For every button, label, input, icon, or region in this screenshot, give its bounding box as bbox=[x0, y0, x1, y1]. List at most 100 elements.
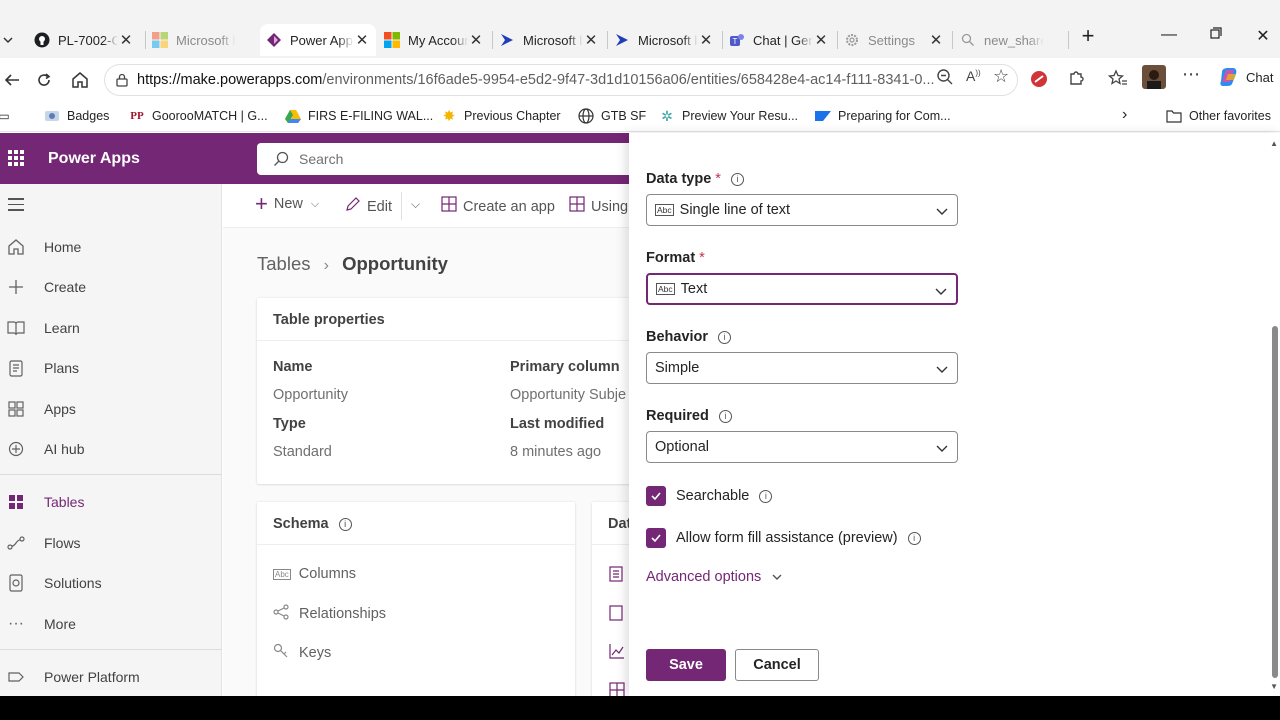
nav-item-power-platform[interactable]: Power Platform bbox=[0, 660, 222, 694]
schema-columns-link[interactable]: Abc Columns bbox=[273, 566, 356, 582]
close-window-icon[interactable]: ✕ bbox=[1240, 26, 1280, 46]
app-launcher-icon[interactable] bbox=[8, 150, 24, 166]
read-aloud-icon[interactable]: A)) bbox=[966, 68, 981, 84]
nav-item-home[interactable]: Home bbox=[0, 230, 222, 264]
favorite-star-icon[interactable]: ☆ bbox=[993, 66, 1009, 87]
favorites-icon[interactable] bbox=[1107, 69, 1128, 91]
panel-scrollbar[interactable]: ▲ ▼ bbox=[1268, 133, 1280, 696]
grid-icon bbox=[441, 196, 457, 217]
breadcrumb-tables-link[interactable]: Tables bbox=[257, 253, 310, 274]
tab-close-icon[interactable]: ✕ bbox=[928, 31, 944, 49]
extension-red-icon[interactable] bbox=[1030, 70, 1048, 92]
copilot-chat-button[interactable]: Chat bbox=[1218, 66, 1273, 88]
format-dropdown[interactable]: Abc Text bbox=[646, 273, 958, 305]
create-app-button[interactable]: Create an app bbox=[441, 196, 555, 217]
profile-avatar[interactable] bbox=[1142, 65, 1166, 93]
searchable-checkbox[interactable]: Searchable i bbox=[646, 486, 773, 506]
using-button[interactable]: Using bbox=[569, 196, 628, 217]
browser-tab[interactable]: Microsoft l ✕ bbox=[608, 24, 720, 56]
bookmark-preparing[interactable]: Preparing for Com... bbox=[815, 108, 951, 124]
browser-tab[interactable]: new_share ✕ bbox=[954, 24, 1066, 56]
browser-tab[interactable]: T Chat | Gen ✕ bbox=[723, 24, 835, 56]
nav-item-learn[interactable]: Learn bbox=[0, 311, 222, 345]
type-value: Standard bbox=[273, 444, 332, 460]
bookmark-firs[interactable]: FIRS E-FILING WAL... bbox=[285, 108, 433, 124]
star-icon: ✸ bbox=[442, 108, 456, 125]
data-chart-icon[interactable] bbox=[609, 643, 625, 662]
data-type-dropdown[interactable]: Abc Single line of text bbox=[646, 194, 958, 226]
browser-tab[interactable]: Settings ✕ bbox=[838, 24, 950, 56]
gear-icon: ✲ bbox=[661, 107, 673, 124]
edit-chevron-down-icon[interactable]: ⌵ bbox=[411, 197, 420, 212]
scroll-up-arrow-icon[interactable]: ▲ bbox=[1270, 139, 1278, 148]
browser-tab[interactable]: My Accour ✕ bbox=[378, 24, 490, 56]
tab-close-icon[interactable]: ✕ bbox=[468, 31, 484, 49]
scrollbar-thumb[interactable] bbox=[1272, 326, 1278, 678]
more-options-icon[interactable]: ⋯ bbox=[1182, 64, 1200, 85]
bookmark-partial-icon[interactable]: ▭ bbox=[0, 108, 19, 124]
behavior-dropdown[interactable]: Simple bbox=[646, 352, 958, 384]
primary-column-value: Opportunity Subje bbox=[510, 387, 627, 403]
required-dropdown[interactable]: Optional bbox=[646, 431, 958, 463]
new-button[interactable]: + New ⌵ bbox=[255, 193, 319, 215]
advanced-options-toggle[interactable]: Advanced options bbox=[646, 569, 783, 585]
tab-close-icon[interactable]: ✕ bbox=[118, 31, 134, 49]
browser-tab[interactable]: Microsoft l ✕ bbox=[146, 24, 258, 56]
nav-item-ai-hub[interactable]: AI hub bbox=[0, 432, 222, 466]
tab-actions-chevron-icon[interactable] bbox=[0, 28, 16, 52]
nav-item-tables[interactable]: Tables bbox=[0, 485, 222, 519]
tab-close-icon[interactable]: ✕ bbox=[698, 31, 714, 49]
form-fill-assistance-checkbox[interactable]: Allow form fill assistance (preview) i bbox=[646, 528, 921, 548]
extensions-puzzle-icon[interactable] bbox=[1067, 69, 1085, 91]
search-input[interactable]: Search bbox=[257, 143, 637, 175]
edit-button[interactable]: Edit bbox=[345, 196, 392, 217]
browser-toolbar: https://make.powerapps.com/environments/… bbox=[0, 58, 1280, 102]
power-platform-icon bbox=[0, 667, 32, 687]
search-placeholder: Search bbox=[299, 151, 344, 167]
nav-item-flows[interactable]: Flows bbox=[0, 526, 222, 560]
copilot-icon bbox=[1220, 68, 1237, 86]
browser-tab[interactable]: PL-7002-C ✕ bbox=[28, 24, 140, 56]
tab-close-icon[interactable]: ✕ bbox=[813, 31, 829, 49]
bookmark-gooroomatch[interactable]: PP GoorooMATCH | G... bbox=[129, 108, 267, 124]
browser-tab-active[interactable]: Power App ✕ bbox=[260, 24, 376, 56]
nav-item-more[interactable]: ··· More bbox=[0, 607, 222, 641]
new-tab-plus-icon[interactable]: + bbox=[1065, 23, 1111, 49]
nav-item-create[interactable]: Create bbox=[0, 270, 222, 304]
back-arrow-icon[interactable] bbox=[0, 68, 24, 92]
sap-icon bbox=[815, 108, 831, 124]
bookmark-previous-chapter[interactable]: ✸ Previous Chapter bbox=[441, 108, 561, 125]
search-icon bbox=[274, 151, 289, 166]
bookmark-badges[interactable]: Badges bbox=[44, 108, 109, 124]
save-button[interactable]: Save bbox=[646, 649, 726, 681]
data-list-icon[interactable] bbox=[609, 566, 623, 585]
tab-close-icon[interactable]: ✕ bbox=[583, 31, 599, 49]
data-type-label: Data type * i bbox=[646, 171, 744, 187]
primary-column-label: Primary column bbox=[510, 359, 620, 375]
hamburger-menu-icon[interactable] bbox=[8, 198, 24, 215]
zoom-icon[interactable] bbox=[936, 68, 954, 90]
address-bar[interactable]: https://make.powerapps.com/environments/… bbox=[104, 64, 1018, 96]
refresh-icon[interactable] bbox=[32, 68, 56, 92]
nav-item-solutions[interactable]: Solutions bbox=[0, 566, 222, 600]
scroll-down-arrow-icon[interactable]: ▼ bbox=[1270, 682, 1278, 691]
schema-relationships-link[interactable]: Relationships bbox=[273, 604, 386, 623]
schema-keys-link[interactable]: Keys bbox=[273, 643, 331, 662]
nav-item-plans[interactable]: Plans bbox=[0, 351, 222, 385]
bookmarks-overflow-chevron-icon[interactable]: › bbox=[1122, 106, 1127, 124]
data-form-icon[interactable] bbox=[609, 605, 623, 624]
home-icon[interactable] bbox=[68, 68, 92, 92]
minimize-icon[interactable]: — bbox=[1146, 26, 1192, 44]
pp-icon: PP bbox=[130, 110, 144, 122]
nav-item-apps[interactable]: Apps bbox=[0, 392, 222, 426]
browser-tab[interactable]: Microsoft l ✕ bbox=[493, 24, 605, 56]
data-grid-icon[interactable] bbox=[609, 682, 625, 696]
bookmark-preview-resume[interactable]: ✲ Preview Your Resu... bbox=[659, 108, 798, 124]
maximize-icon[interactable] bbox=[1193, 26, 1239, 44]
tab-close-icon[interactable]: ✕ bbox=[354, 31, 370, 49]
tab-title: PL-7002-C bbox=[58, 32, 118, 48]
cancel-button[interactable]: Cancel bbox=[735, 649, 819, 681]
other-favorites[interactable]: Other favorites bbox=[1166, 108, 1271, 124]
format-value: Text bbox=[680, 281, 708, 297]
bookmark-gtb[interactable]: GTB SF bbox=[578, 108, 646, 124]
